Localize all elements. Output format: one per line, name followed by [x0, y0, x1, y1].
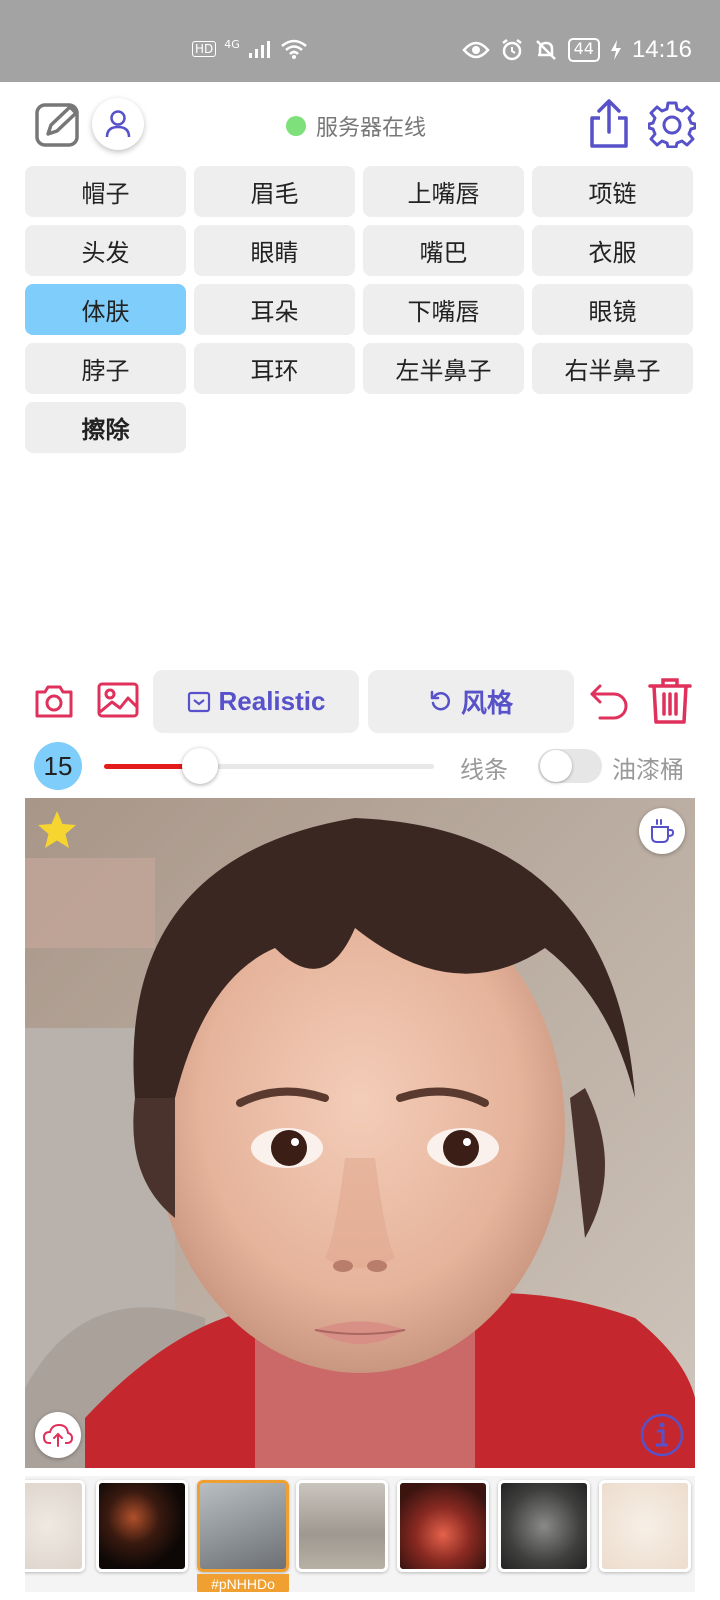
line-mode-label: 线条 [460, 756, 508, 784]
camera-icon [35, 685, 73, 718]
delete-button[interactable] [648, 676, 692, 726]
coffee-icon [651, 819, 675, 843]
refresh-icon [430, 690, 451, 710]
tag-upper-lip[interactable]: 上嘴唇 [363, 166, 524, 217]
server-status: 服务器在线 [286, 110, 426, 142]
paint-bucket-toggle[interactable] [538, 749, 602, 783]
checkbox-mail-icon [187, 691, 210, 712]
style-label: 风格 [460, 688, 513, 718]
tag-right-nose[interactable]: 右半鼻子 [532, 343, 693, 394]
toggle-knob [540, 750, 572, 782]
charging-icon [610, 40, 621, 60]
brush-size-slider[interactable] [104, 748, 434, 784]
tag-ears[interactable]: 耳朵 [194, 284, 355, 335]
brush-controls: 15 线条 油漆桶 [0, 742, 720, 790]
share-icon [590, 99, 628, 148]
realistic-mode-label: Realistic [218, 686, 326, 716]
status-bar: HD 4G 44 14:16 [0, 0, 720, 82]
tag-earrings[interactable]: 耳环 [194, 343, 355, 394]
clock: 14:16 [631, 36, 692, 63]
camera-button[interactable] [34, 682, 74, 720]
style-button[interactable]: 风格 [368, 670, 574, 733]
texture-thumbnail[interactable] [397, 1480, 489, 1572]
tag-hair[interactable]: 头发 [25, 225, 186, 276]
tag-eyes[interactable]: 眼睛 [194, 225, 355, 276]
texture-thumbnail[interactable] [498, 1480, 590, 1572]
status-right: 44 14:16 [461, 36, 692, 64]
texture-thumbnail[interactable] [25, 1480, 85, 1572]
brush-size-indicator[interactable]: 15 [34, 742, 82, 790]
mute-icon [535, 40, 556, 60]
undo-icon [590, 684, 628, 720]
undo-button[interactable] [586, 680, 630, 724]
server-status-text: 服务器在线 [316, 116, 427, 141]
portrait-image [25, 798, 695, 1468]
alarm-icon [501, 39, 522, 61]
tag-lower-lip[interactable]: 下嘴唇 [363, 284, 524, 335]
user-icon [105, 110, 131, 138]
settings-button[interactable] [647, 100, 697, 149]
info-icon[interactable] [639, 1412, 685, 1458]
tag-hat[interactable]: 帽子 [25, 166, 186, 217]
editor-toolbar: Realistic 风格 [0, 668, 720, 734]
texture-thumbnail[interactable] [197, 1480, 289, 1572]
wifi-icon [280, 39, 307, 59]
realistic-mode-button[interactable]: Realistic [153, 670, 359, 733]
edit-button[interactable] [34, 100, 82, 148]
selected-thumbnail-label: #pNHHDo [197, 1574, 289, 1592]
photo-canvas[interactable] [25, 798, 695, 1468]
texture-thumbnail[interactable] [96, 1480, 188, 1572]
network-type: 4G [224, 37, 240, 51]
texture-thumbnail-strip: #pNHHDo [25, 1476, 695, 1592]
tag-glasses[interactable]: 眼镜 [532, 284, 693, 335]
tag-eyebrows[interactable]: 眉毛 [194, 166, 355, 217]
hd-badge: HD [192, 41, 217, 57]
cloud-upload-button[interactable] [35, 1412, 81, 1458]
edit-icon [35, 103, 79, 147]
server-status-dot [286, 116, 306, 136]
tag-necklace[interactable]: 项链 [532, 166, 693, 217]
tag-mouth[interactable]: 嘴巴 [363, 225, 524, 276]
app-header: 服务器在线 [0, 82, 720, 168]
tag-neck[interactable]: 脖子 [25, 343, 186, 394]
status-left: HD 4G [192, 38, 308, 60]
segment-tag-grid: 帽子 眉毛 上嘴唇 项链 头发 眼睛 嘴巴 衣服 体肤 耳朵 下嘴唇 眼镜 脖子… [25, 166, 695, 453]
tag-skin[interactable]: 体肤 [25, 284, 186, 335]
gallery-button[interactable] [96, 680, 140, 720]
image-icon [97, 682, 139, 718]
eye-icon [461, 41, 490, 59]
cloud-upload-icon [43, 1423, 73, 1447]
slider-thumb[interactable] [181, 748, 218, 784]
texture-thumbnail[interactable] [296, 1480, 388, 1572]
gear-icon [647, 101, 697, 149]
tag-erase[interactable]: 擦除 [25, 402, 186, 453]
paint-bucket-label: 油漆桶 [612, 756, 684, 784]
tag-clothes[interactable]: 衣服 [532, 225, 693, 276]
signal-icon [248, 41, 270, 58]
texture-thumbnail[interactable] [599, 1480, 691, 1572]
share-button[interactable] [586, 98, 632, 150]
trash-icon [648, 678, 692, 724]
battery-icon: 44 [567, 38, 600, 62]
tag-left-nose[interactable]: 左半鼻子 [363, 343, 524, 394]
user-button[interactable] [92, 98, 144, 150]
star-icon[interactable] [35, 808, 79, 852]
coffee-button[interactable] [639, 808, 685, 854]
